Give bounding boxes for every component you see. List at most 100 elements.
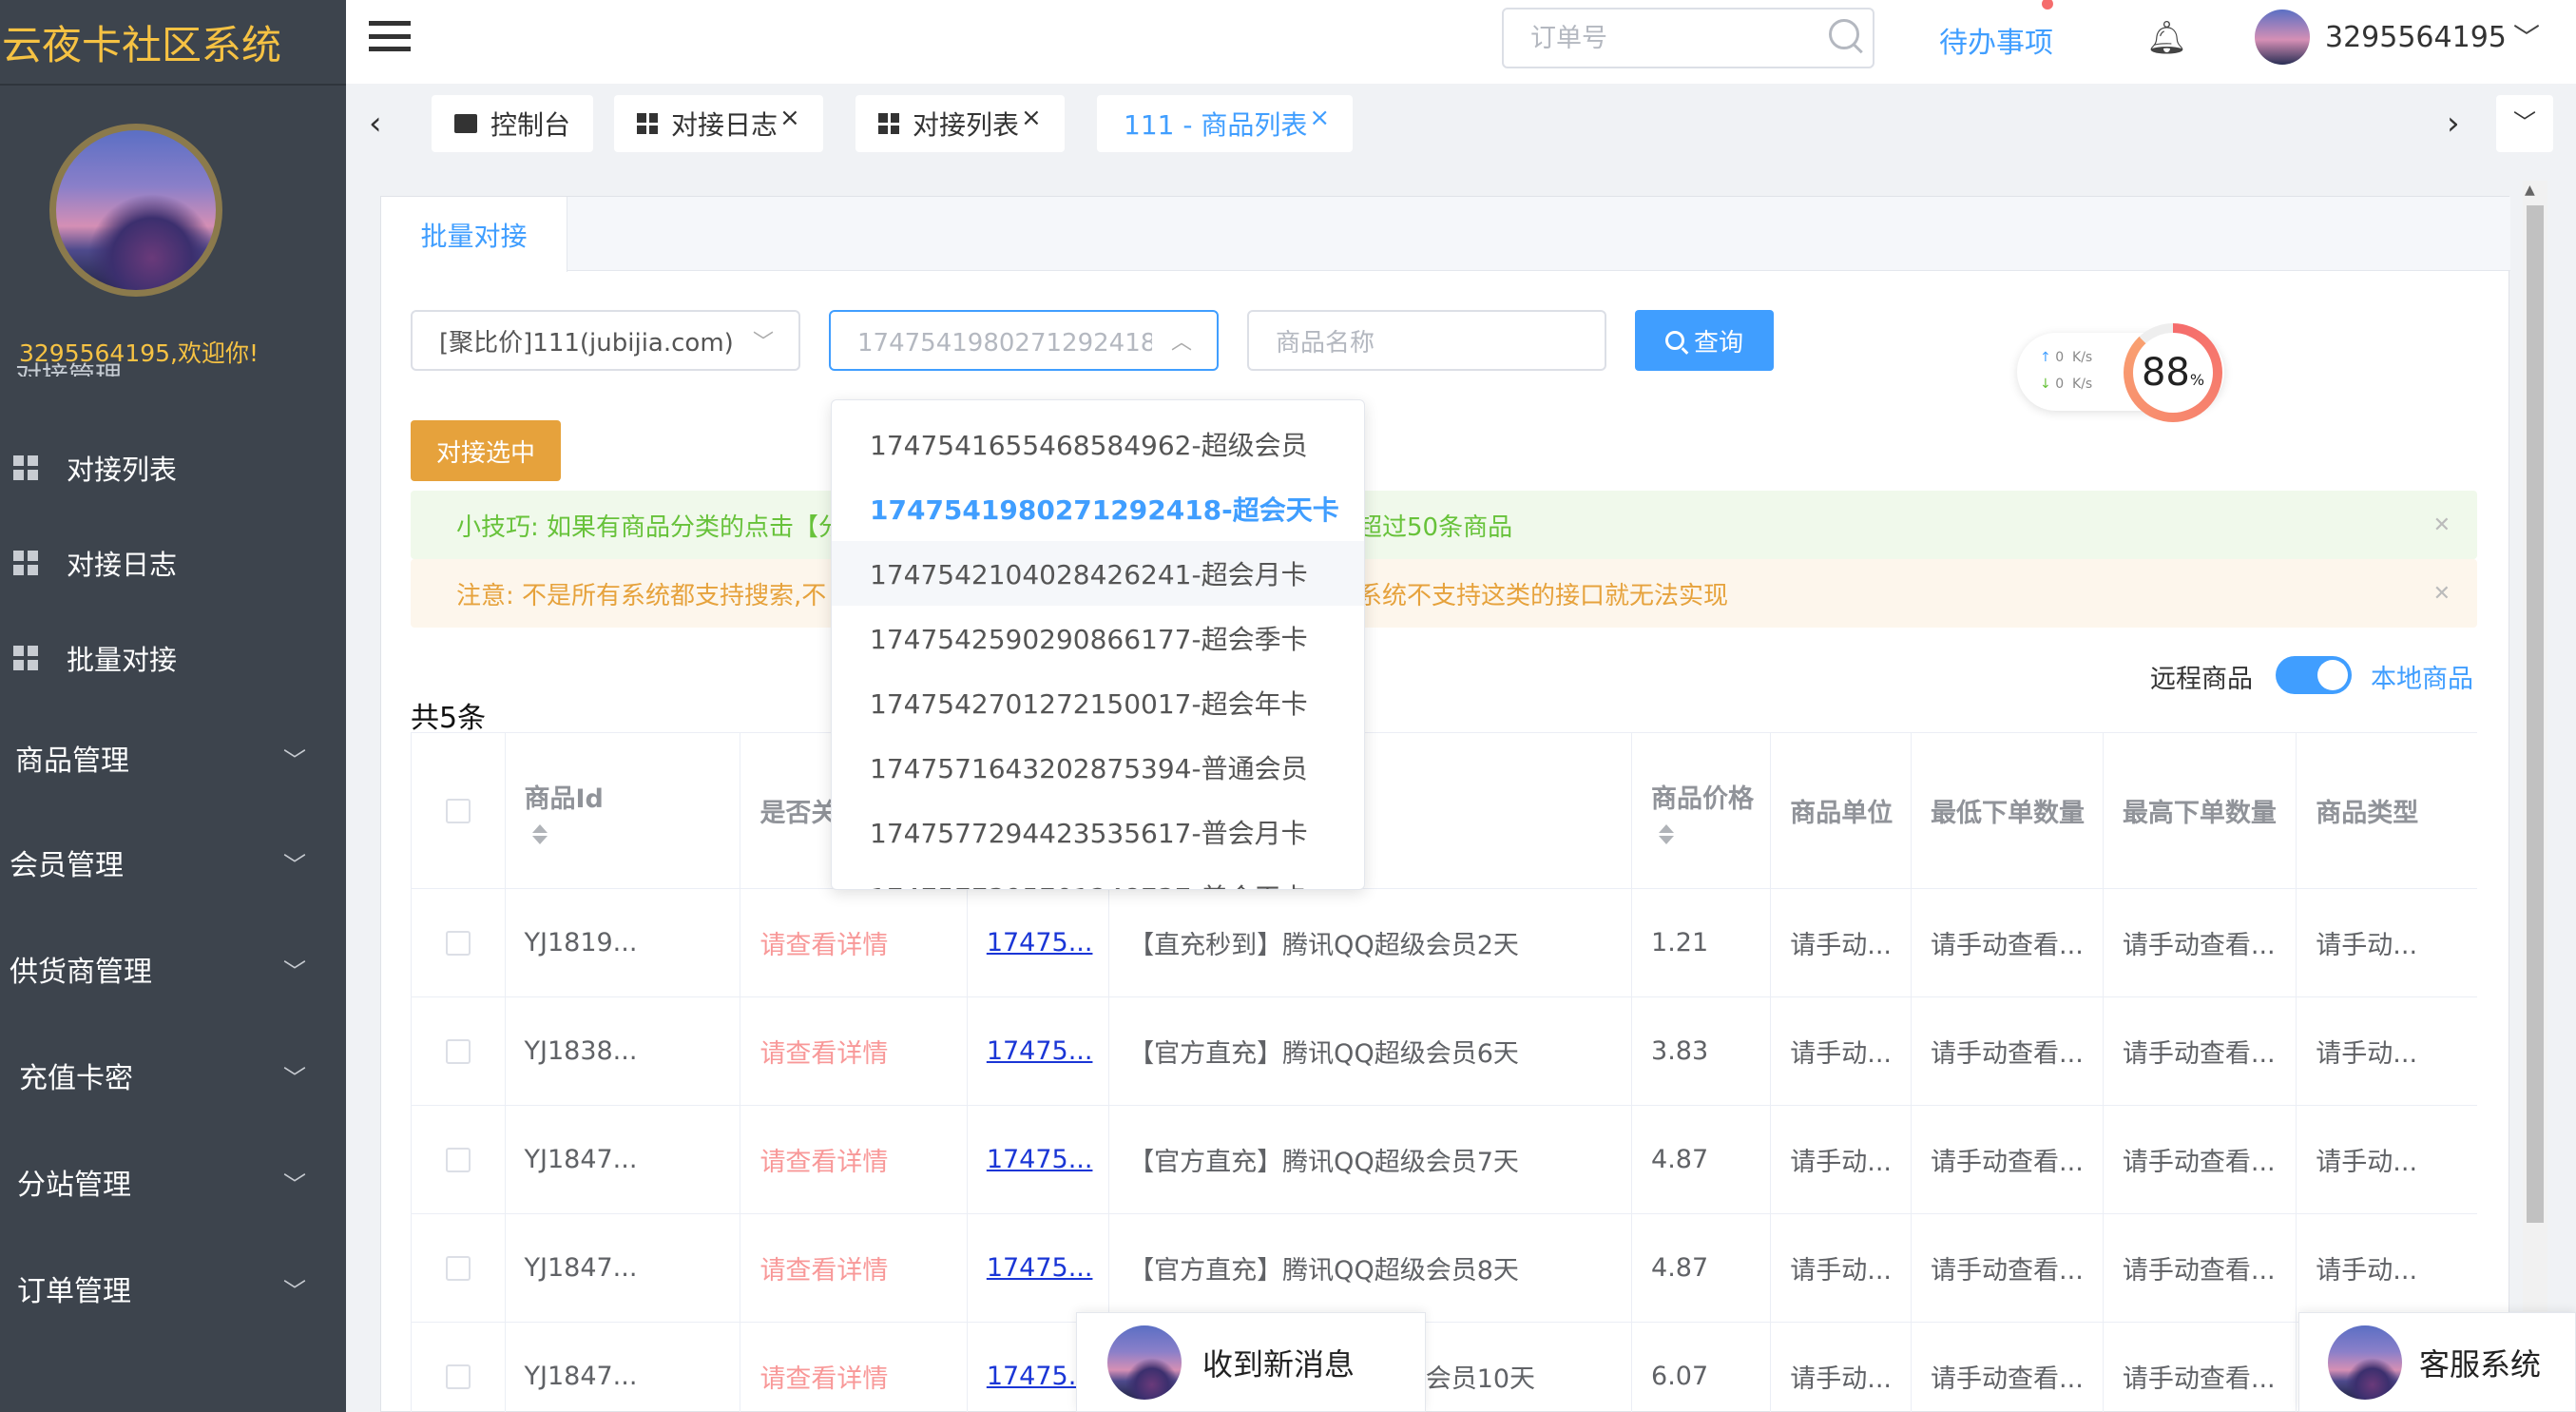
table-cell-closed[interactable]: 请查看详情 — [740, 889, 968, 997]
avatar[interactable] — [2255, 10, 2310, 65]
table-cell-unit: 请手动... — [1771, 997, 1913, 1106]
category-select[interactable]: 1747541980271292418-超级会员天卡 ︿ — [829, 310, 1219, 371]
table-cell-code[interactable]: 17475... — [967, 1214, 1110, 1323]
dropdown-option[interactable]: 1747571643202875394-普通会员 — [832, 735, 1364, 800]
scrollbar-thumb[interactable] — [2527, 205, 2544, 1223]
remote-local-toggle[interactable] — [2276, 656, 2352, 694]
sidebar-menu-recharge-cards[interactable]: 充值卡密 ﹀ — [0, 1042, 346, 1109]
sidebar-menu-suppliers[interactable]: 供货商管理 ﹀ — [0, 936, 346, 1002]
category-select-value: 1747541980271292418-超级会员天卡 — [857, 328, 1152, 358]
grid-icon — [637, 113, 658, 134]
notification-dot — [2042, 0, 2053, 10]
table-cell-code[interactable]: 17475... — [967, 1106, 1110, 1214]
close-icon[interactable]: × — [1021, 104, 1042, 132]
chevron-down-icon: ﹀ — [283, 1277, 306, 1305]
tab-label: 对接日志 — [671, 109, 779, 141]
table-cell-closed[interactable]: 请查看详情 — [740, 997, 968, 1106]
table-cell-name: 【官方直充】腾讯QQ超级会员8天 — [1109, 1214, 1633, 1323]
arrow-down-icon: ↓ — [2040, 377, 2051, 392]
tab-label: 控制台 — [490, 109, 571, 141]
row-checkbox[interactable] — [445, 1364, 471, 1389]
tab-label: 对接列表 — [913, 109, 1020, 141]
scroll-up-arrow[interactable]: ▲ — [2525, 183, 2535, 198]
brand-title: 云夜卡社区系统 — [2, 22, 282, 68]
table-cell-closed[interactable]: 请查看详情 — [740, 1323, 968, 1412]
goods-name-input[interactable]: 商品名称 — [1247, 310, 1606, 371]
sidebar-item-batch-duijie[interactable]: 批量对接 — [13, 629, 177, 687]
sidebar-menu-orders[interactable]: 订单管理 ﹀ — [0, 1255, 346, 1322]
table-cell-max: 请手动查看... — [2103, 889, 2297, 997]
row-checkbox[interactable] — [445, 930, 471, 956]
dropdown-option[interactable]: 1747542104028426241-超会月卡 — [832, 541, 1364, 606]
close-icon[interactable]: × — [779, 104, 800, 132]
chevron-left-icon[interactable]: ‹ — [369, 105, 382, 143]
row-checkbox[interactable] — [445, 1255, 471, 1281]
chevron-down-icon: ﹀ — [283, 957, 306, 985]
bell-icon[interactable]: 🔔︎ — [2146, 19, 2187, 57]
chevron-right-icon[interactable]: › — [2447, 105, 2460, 143]
chevron-down-icon: ﹀ — [283, 1170, 306, 1198]
new-message-popup[interactable]: 收到新消息 — [1076, 1312, 1426, 1412]
dropdown-option[interactable]: 1747542701272150017-超会年卡 — [832, 670, 1364, 735]
close-icon[interactable]: ✕ — [2433, 513, 2451, 537]
tab-menu-dropdown[interactable]: ﹀ — [2496, 95, 2553, 152]
sidebar-menu-members[interactable]: 会员管理 ﹀ — [0, 829, 346, 896]
row-select-cell — [412, 1106, 506, 1214]
sort-icon[interactable] — [1659, 823, 1675, 844]
tab-batch-duijie[interactable]: 批量对接 — [381, 197, 567, 272]
dropdown-option[interactable]: 1747542590290866177-超会季卡 — [832, 606, 1364, 670]
query-button[interactable]: 查询 — [1635, 310, 1774, 371]
row-checkbox[interactable] — [445, 1147, 471, 1172]
close-icon[interactable]: × — [1309, 104, 1330, 132]
download-speed: ↓ 0 K/s — [2040, 377, 2093, 392]
dropdown-option[interactable]: 1747541655468584962-超级会员 — [832, 412, 1364, 476]
sidebar-menu-label: 会员管理 — [10, 849, 124, 882]
table-cell-type: 请手动... — [2297, 1214, 2477, 1323]
customer-service-popup[interactable]: 客服系统 — [2298, 1312, 2576, 1412]
dropdown-option[interactable]: 1747577294423535617-普会月卡 — [832, 800, 1364, 864]
tab-bar: ‹ 控制台 对接日志 × 对接列表 × 111 - 商品列表 × › ﹀ — [346, 84, 2576, 160]
platform-select[interactable]: [聚比价]111(jubijia.com) ﹀ — [411, 310, 800, 371]
grid-icon — [878, 113, 899, 134]
sidebar-item-duijie-log[interactable]: 对接日志 — [13, 534, 177, 591]
table-cell-code[interactable]: 17475... — [967, 889, 1110, 997]
monitor-icon — [454, 114, 477, 133]
column-header-price[interactable]: 商品价格 — [1632, 733, 1772, 889]
sort-icon[interactable] — [531, 823, 548, 844]
chevron-down-icon[interactable]: ﹀ — [2513, 17, 2540, 55]
column-label: 商品Id — [524, 783, 604, 814]
order-search-input[interactable] — [1502, 8, 1874, 68]
table-cell-price: 4.87 — [1632, 1106, 1772, 1214]
table-cell-min: 请手动查看... — [1912, 1323, 2104, 1412]
category-dropdown: 1747541655468584962-超级会员 1747541980271292… — [831, 399, 1365, 890]
column-header-min: 最低下单数量 — [1912, 733, 2104, 889]
user-avatar-large — [49, 124, 222, 297]
search-icon[interactable] — [1829, 19, 1859, 49]
sidebar-menu-goods[interactable]: 商品管理 ﹀ — [0, 725, 346, 791]
todo-link[interactable]: 待办事项 — [1939, 19, 2053, 61]
chevron-down-icon: ﹀ — [283, 1064, 306, 1092]
sidebar-item-duijie-list[interactable]: 对接列表 — [13, 439, 177, 496]
dropdown-option[interactable]: 1747577395701248737-普会天卡 — [832, 864, 1364, 889]
chevron-down-icon: ﹀ — [2513, 109, 2536, 136]
sidebar-menu-substations[interactable]: 分站管理 ﹀ — [0, 1149, 346, 1215]
gauge-value: 88 — [2141, 351, 2190, 395]
tab-goods-list[interactable]: 111 - 商品列表 × — [1097, 95, 1354, 152]
table-cell-code[interactable]: 17475... — [967, 997, 1110, 1106]
table-cell-closed[interactable]: 请查看详情 — [740, 1106, 968, 1214]
tab-duijie-list[interactable]: 对接列表 × — [855, 95, 1065, 152]
tab-console[interactable]: 控制台 — [432, 95, 594, 152]
sidebar-divider — [0, 84, 346, 86]
table-cell-closed[interactable]: 请查看详情 — [740, 1214, 968, 1323]
close-icon[interactable]: ✕ — [2433, 582, 2451, 606]
tab-duijie-log[interactable]: 对接日志 × — [614, 95, 823, 152]
batch-connect-button[interactable]: 对接选中 — [411, 420, 561, 481]
sidebar-item-label: 批量对接 — [67, 644, 178, 676]
select-all-checkbox[interactable] — [445, 798, 471, 823]
memory-gauge[interactable]: 88% — [2124, 323, 2222, 422]
menu-toggle-icon[interactable] — [369, 17, 411, 55]
row-checkbox[interactable] — [445, 1038, 471, 1064]
column-header-id[interactable]: 商品Id — [505, 733, 741, 889]
dropdown-option[interactable]: 1747541980271292418-超会天卡 — [832, 476, 1364, 541]
user-name[interactable]: 3295564195 — [2325, 21, 2507, 54]
